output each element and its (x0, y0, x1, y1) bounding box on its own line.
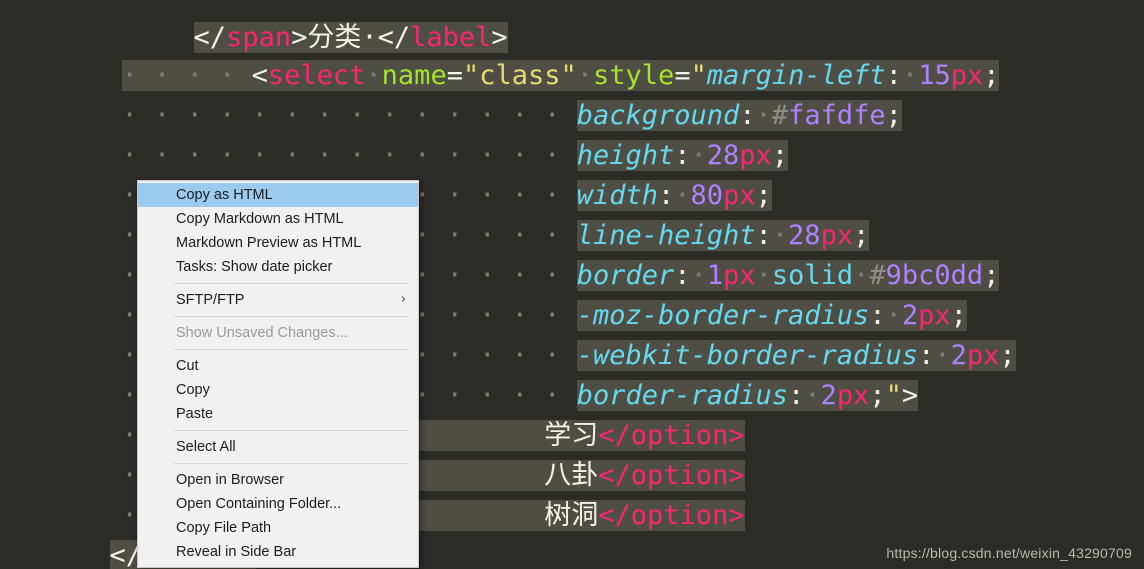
menu-item-sftp-ftp[interactable]: SFTP/FTP › (138, 288, 418, 312)
menu-item-cut[interactable]: Cut (138, 354, 418, 378)
token-punctuation: > (901, 380, 919, 411)
space-dot: · (934, 340, 951, 371)
code-line-4: · · · · · · · · · · · · · · height:·28px… (24, 96, 789, 171)
menu-item-label: Copy as HTML (176, 187, 273, 203)
token-tag-close: </option> (598, 500, 745, 531)
token-colon: : (918, 340, 935, 371)
token-number: 15 (918, 60, 951, 91)
token-quote: " (885, 380, 902, 411)
menu-item-select-all[interactable]: Select All (138, 435, 418, 459)
menu-item-label: SFTP/FTP (176, 292, 245, 308)
space-dot: · (901, 60, 919, 91)
menu-separator (174, 349, 408, 350)
menu-item-copy-markdown-as-html[interactable]: Copy Markdown as HTML (138, 207, 418, 231)
menu-separator (174, 463, 408, 464)
menu-item-label: Open in Browser (176, 472, 284, 488)
menu-item-paste[interactable]: Paste (138, 402, 418, 426)
menu-item-label: Show Unsaved Changes... (176, 325, 348, 341)
token-colon: : (788, 380, 805, 411)
token-semicolon: ; (771, 140, 789, 171)
token-unit: px (950, 60, 984, 91)
menu-item-reveal-in-side-bar[interactable]: Reveal in Side Bar (138, 540, 418, 564)
chevron-right-icon: › (400, 292, 406, 307)
menu-item-label: Reveal in Side Bar (176, 544, 297, 560)
code-line-5: · · · · · · · · · · · · · · width:·80px; (24, 136, 772, 211)
menu-item-show-unsaved-changes: Show Unsaved Changes... (138, 321, 418, 345)
menu-item-label: Select All (176, 439, 236, 455)
token-text: 树洞 (544, 500, 599, 531)
editor-context-menu[interactable]: Copy as HTML Copy Markdown as HTML Markd… (137, 180, 419, 568)
token-unit: px (836, 380, 870, 411)
menu-item-label: Markdown Preview as HTML (176, 235, 362, 251)
token-semicolon: ; (885, 100, 902, 131)
token-semicolon: ; (999, 340, 1016, 371)
token-number: 2 (950, 340, 967, 371)
menu-item-label: Copy Markdown as HTML (176, 211, 344, 227)
menu-item-label: Paste (176, 406, 214, 422)
token-number: 2 (820, 380, 837, 411)
menu-separator (174, 430, 408, 431)
menu-item-label: Copy File Path (176, 520, 272, 536)
menu-separator (174, 316, 408, 317)
space-dot: · (804, 380, 821, 411)
menu-item-label: Tasks: Show date picker (176, 259, 333, 275)
token-semicolon: ; (983, 60, 1000, 91)
screen: </span>分类·</label> · · · · <select·name=… (0, 0, 1144, 569)
token-unit: px (966, 340, 1000, 371)
menu-item-label: Open Containing Folder... (176, 496, 342, 512)
menu-item-open-containing-folder[interactable]: Open Containing Folder... (138, 492, 418, 516)
menu-item-copy-file-path[interactable]: Copy File Path (138, 516, 418, 540)
menu-item-label: Cut (176, 358, 199, 374)
menu-item-copy[interactable]: Copy (138, 378, 418, 402)
menu-item-open-in-browser[interactable]: Open in Browser (138, 468, 418, 492)
token-semicolon: ; (983, 260, 1000, 291)
token-semicolon: ; (869, 380, 886, 411)
code-line-3: · · · · · · · · · · · · · · background:·… (24, 56, 902, 131)
menu-item-label: Copy (176, 382, 210, 398)
menu-item-markdown-preview-as-html[interactable]: Markdown Preview as HTML (138, 231, 418, 255)
menu-item-copy-as-html[interactable]: Copy as HTML (138, 183, 418, 207)
token-hex: fafdfe (788, 100, 886, 131)
menu-separator (174, 283, 408, 284)
watermark: https://blog.csdn.net/weixin_43290709 (886, 545, 1132, 561)
code-line-2: · · · · <select·name="class"·style="marg… (24, 16, 1000, 91)
menu-item-tasks-show-date-picker[interactable]: Tasks: Show date picker (138, 255, 418, 279)
